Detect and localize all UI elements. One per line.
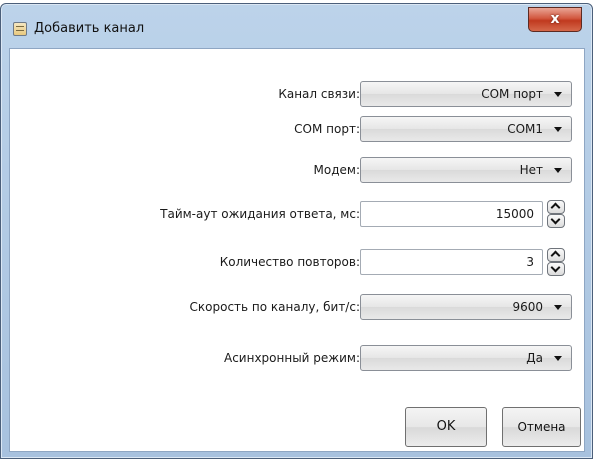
chevron-down-icon[interactable] bbox=[547, 214, 565, 228]
timeout-stepper bbox=[547, 200, 565, 228]
dialog-window-icon bbox=[13, 22, 27, 36]
retries-label: Количество повторов: bbox=[219, 255, 360, 269]
retries-stepper bbox=[547, 248, 565, 276]
chevron-down-icon bbox=[554, 305, 562, 310]
com-port-value: COM1 bbox=[507, 122, 543, 136]
com-port-select[interactable]: COM1 bbox=[360, 116, 572, 142]
modem-value: Нет bbox=[519, 163, 543, 177]
window-title: Добавить канал bbox=[34, 21, 145, 36]
modem-select[interactable]: Нет bbox=[360, 157, 572, 183]
chevron-down-icon bbox=[554, 127, 562, 132]
chevron-down-icon bbox=[554, 92, 562, 97]
cancel-button[interactable]: Отмена bbox=[502, 407, 581, 447]
async-select[interactable]: Да bbox=[360, 345, 572, 371]
chevron-down-icon[interactable] bbox=[547, 262, 565, 276]
channel-row: Канал связи: COM порт bbox=[10, 79, 586, 109]
close-icon: x bbox=[550, 11, 560, 27]
timeout-input[interactable]: 15000 bbox=[360, 201, 543, 227]
close-button[interactable]: x bbox=[528, 7, 582, 32]
channel-label: Канал связи: bbox=[278, 87, 360, 101]
channel-value: COM порт bbox=[481, 87, 543, 101]
com-port-label: COM порт: bbox=[294, 122, 360, 136]
chevron-down-icon bbox=[554, 168, 562, 173]
speed-row: Скорость по каналу, бит/с: 9600 bbox=[10, 292, 586, 322]
dialog-content: Канал связи: COM порт COM порт: COM1 Мод… bbox=[9, 48, 585, 452]
channel-select[interactable]: COM порт bbox=[360, 81, 572, 107]
speed-select[interactable]: 9600 bbox=[360, 294, 572, 320]
async-row: Асинхронный режим: Да bbox=[10, 343, 586, 373]
chevron-up-icon[interactable] bbox=[547, 248, 565, 262]
dialog-window: Добавить канал x Канал связи: COM порт C… bbox=[0, 3, 593, 459]
timeout-row: Тайм-аут ожидания ответа, мс: 15000 bbox=[10, 199, 586, 229]
speed-value: 9600 bbox=[512, 300, 543, 314]
retries-row: Количество повторов: 3 bbox=[10, 247, 586, 277]
timeout-value: 15000 bbox=[495, 207, 534, 221]
speed-label: Скорость по каналу, бит/с: bbox=[189, 300, 360, 314]
modem-row: Модем: Нет bbox=[10, 155, 586, 185]
retries-value: 3 bbox=[526, 255, 534, 269]
title-bar[interactable]: Добавить канал x bbox=[1, 4, 592, 48]
timeout-label: Тайм-аут ожидания ответа, мс: bbox=[160, 207, 360, 221]
async-value: Да bbox=[526, 351, 543, 365]
modem-label: Модем: bbox=[313, 163, 360, 177]
ok-button[interactable]: OK bbox=[405, 407, 487, 447]
chevron-down-icon bbox=[554, 356, 562, 361]
async-label: Асинхронный режим: bbox=[224, 351, 360, 365]
retries-input[interactable]: 3 bbox=[360, 249, 543, 275]
com-port-row: COM порт: COM1 bbox=[10, 114, 586, 144]
chevron-up-icon[interactable] bbox=[547, 200, 565, 214]
